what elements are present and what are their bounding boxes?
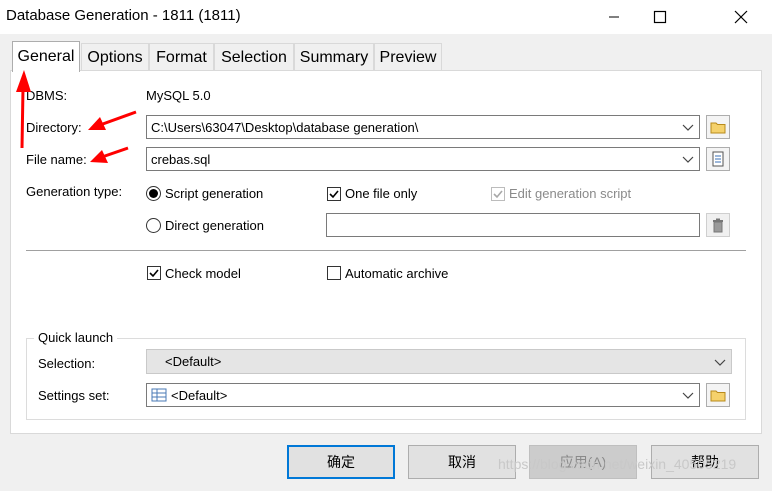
automatic-archive-label: Automatic archive bbox=[345, 266, 449, 281]
direct-generation-input[interactable] bbox=[326, 213, 700, 237]
quick-launch-label: Quick launch bbox=[34, 330, 118, 345]
checkmark-icon bbox=[149, 269, 159, 278]
checkmark-icon bbox=[329, 190, 339, 199]
filename-value: crebas.sql bbox=[151, 151, 211, 167]
script-generation-radio[interactable] bbox=[146, 186, 161, 201]
chevron-down-icon bbox=[682, 156, 694, 163]
separator bbox=[26, 250, 746, 251]
edit-file-button[interactable] bbox=[706, 147, 730, 171]
tab-format[interactable]: Format bbox=[149, 43, 214, 71]
direct-generation-radio[interactable] bbox=[146, 218, 161, 233]
tab-general[interactable]: General bbox=[12, 41, 80, 72]
settings-set-combo[interactable]: <Default> bbox=[146, 383, 700, 407]
tab-selection[interactable]: Selection bbox=[214, 43, 294, 71]
minimize-button[interactable] bbox=[591, 0, 637, 34]
one-file-only-label: One file only bbox=[345, 186, 418, 201]
generation-type-label: Generation type: bbox=[26, 184, 123, 199]
folder-icon bbox=[710, 390, 726, 402]
close-button[interactable] bbox=[718, 0, 764, 34]
tab-preview[interactable]: Preview bbox=[374, 43, 442, 71]
direct-generation-label: Direct generation bbox=[165, 218, 264, 233]
minimize-icon bbox=[609, 16, 619, 18]
tab-options[interactable]: Options bbox=[81, 43, 149, 71]
maximize-button[interactable] bbox=[637, 0, 683, 34]
filename-label: File name: bbox=[26, 152, 87, 167]
one-file-only-checkbox[interactable] bbox=[327, 187, 341, 201]
directory-label: Directory: bbox=[26, 120, 82, 135]
delete-button[interactable] bbox=[706, 213, 730, 237]
watermark: https://blog.csdn.net/weixin_40505219 bbox=[498, 456, 737, 472]
selection-select[interactable]: <Default> bbox=[146, 349, 732, 374]
dbms-label: DBMS: bbox=[26, 88, 68, 103]
window-title: Database Generation - 1811 (1811) bbox=[6, 7, 241, 24]
ok-button[interactable]: 确定 bbox=[287, 445, 395, 479]
checkmark-icon bbox=[493, 190, 503, 199]
chevron-down-icon bbox=[682, 392, 694, 399]
check-model-label: Check model bbox=[165, 266, 241, 281]
settings-set-value: <Default> bbox=[171, 387, 228, 403]
folder-icon bbox=[710, 122, 726, 134]
edit-generation-script-checkbox[interactable] bbox=[491, 187, 505, 201]
trash-icon bbox=[713, 218, 723, 232]
chevron-down-icon bbox=[714, 359, 726, 366]
close-icon bbox=[734, 10, 748, 24]
radio-dot bbox=[149, 189, 158, 198]
directory-combo[interactable]: C:\Users\63047\Desktop\database generati… bbox=[146, 115, 700, 139]
directory-value: C:\Users\63047\Desktop\database generati… bbox=[151, 119, 419, 135]
automatic-archive-checkbox[interactable] bbox=[327, 266, 341, 280]
document-icon bbox=[712, 151, 724, 167]
filename-combo[interactable]: crebas.sql bbox=[146, 147, 700, 171]
edit-generation-script-label: Edit generation script bbox=[509, 186, 632, 201]
tab-summary[interactable]: Summary bbox=[294, 43, 374, 71]
script-generation-label: Script generation bbox=[165, 186, 264, 201]
browse-settings-button[interactable] bbox=[706, 383, 730, 407]
chevron-down-icon bbox=[682, 124, 694, 131]
dbms-value: MySQL 5.0 bbox=[146, 88, 211, 103]
settings-set-label: Settings set: bbox=[38, 388, 110, 403]
table-icon bbox=[151, 388, 167, 402]
browse-directory-button[interactable] bbox=[706, 115, 730, 139]
check-model-checkbox[interactable] bbox=[147, 266, 161, 280]
maximize-icon bbox=[653, 10, 667, 24]
selection-value: <Default> bbox=[165, 354, 222, 369]
selection-label: Selection: bbox=[38, 356, 96, 371]
